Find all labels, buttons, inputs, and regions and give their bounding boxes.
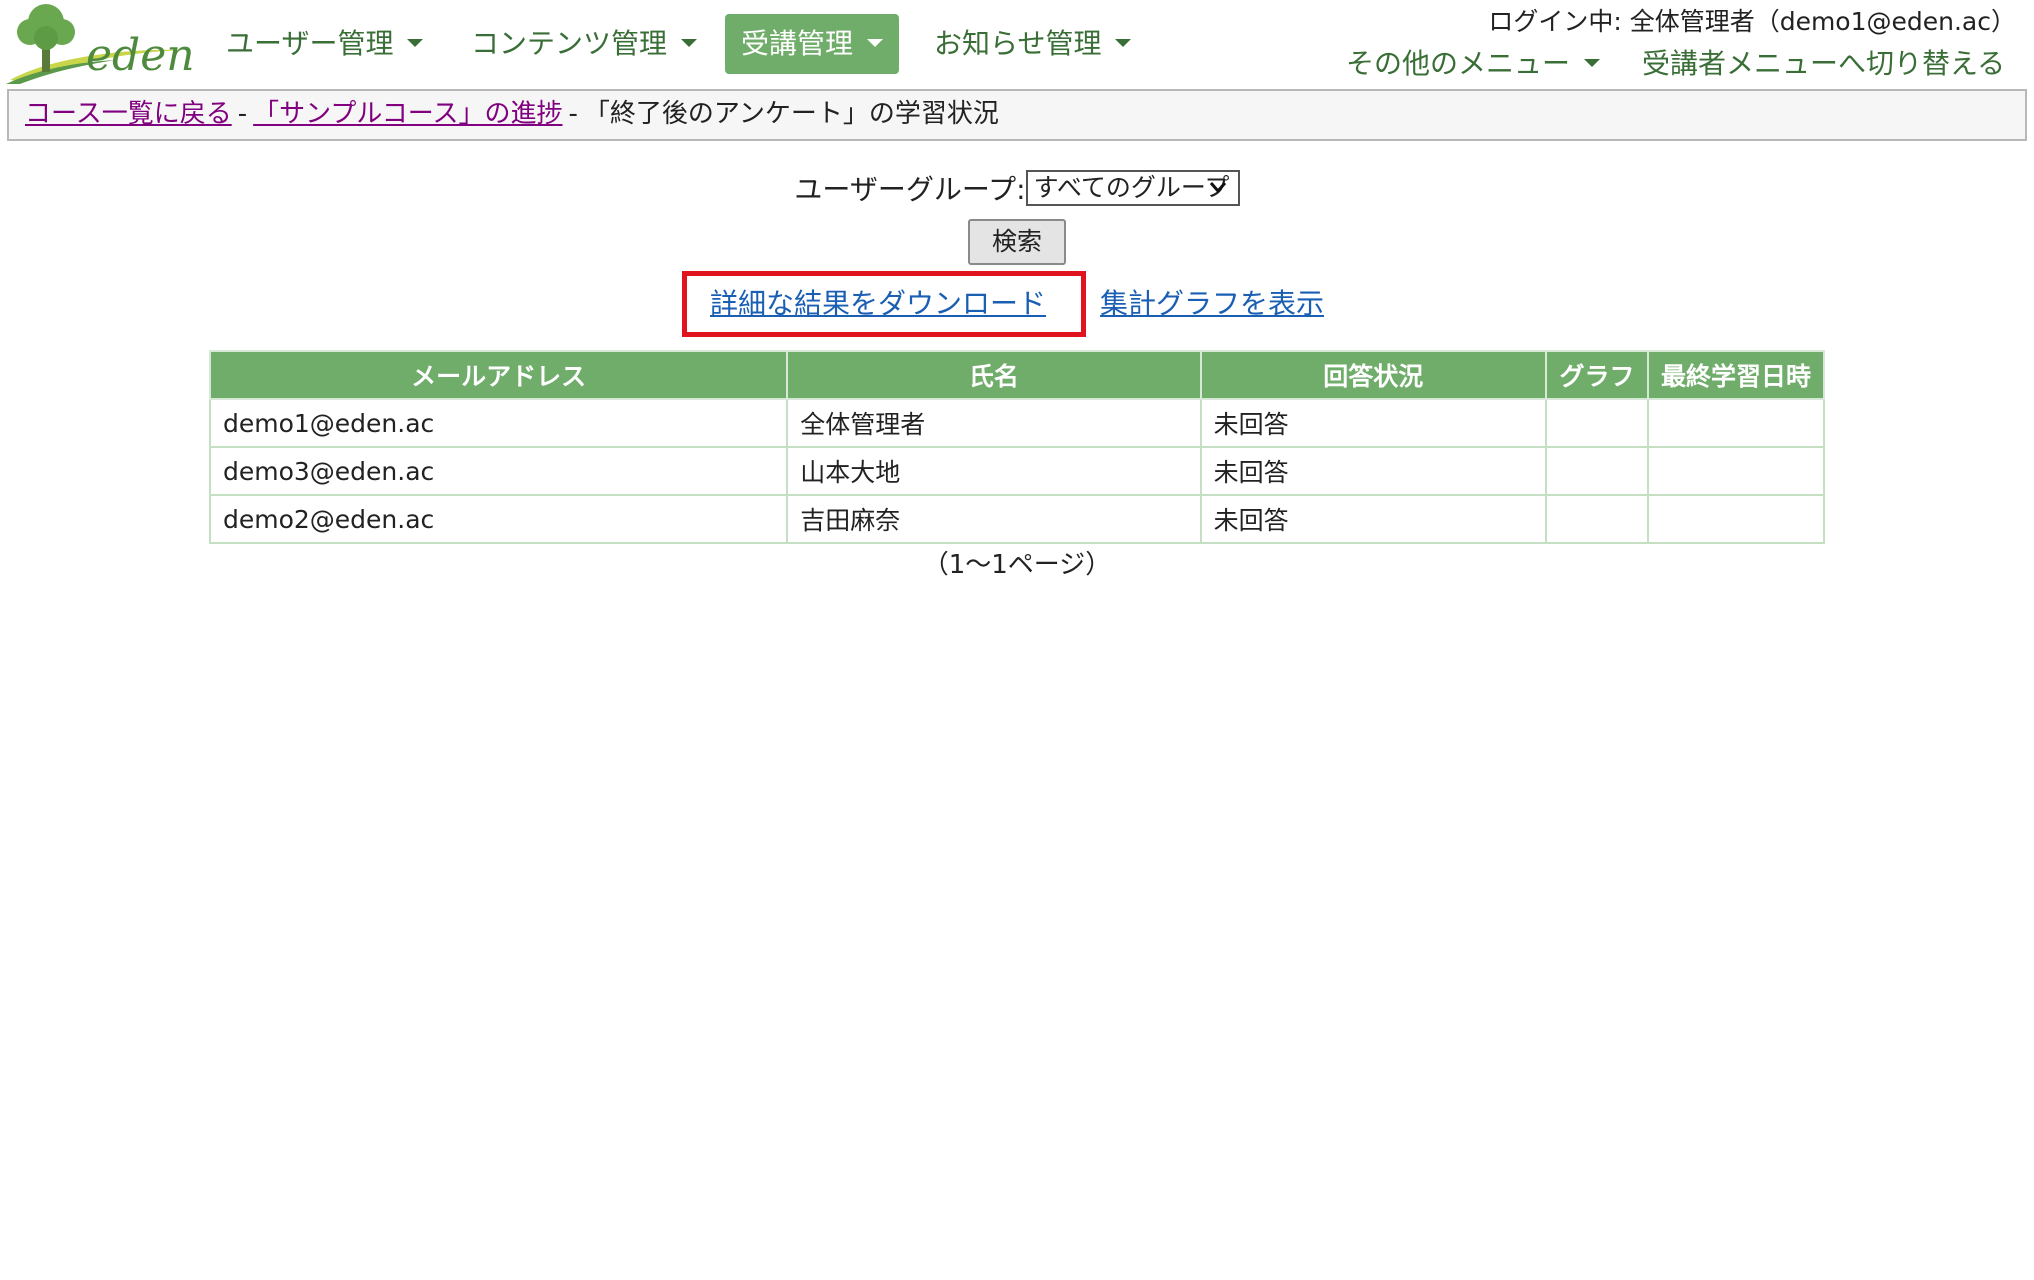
- eden-logo[interactable]: eden: [6, 0, 195, 86]
- caret-down-icon: [1584, 59, 1601, 67]
- table-row: demo2@eden.ac 吉田麻奈 未回答: [208, 494, 1825, 544]
- column-header-graph[interactable]: グラフ: [1545, 350, 1649, 400]
- column-header-name[interactable]: 氏名: [786, 350, 1202, 400]
- caret-down-icon: [1115, 39, 1132, 47]
- breadcrumb: コース一覧に戻る - 「サンプルコース」の進捗 - 「終了後のアンケート」の学習状況: [7, 89, 2027, 141]
- cell-email: demo3@eden.ac: [208, 446, 789, 496]
- caret-down-icon: [407, 39, 424, 47]
- column-header-email[interactable]: メールアドレス: [208, 350, 789, 400]
- chevron-down-icon: [1209, 182, 1226, 194]
- nav-label: お知らせ管理: [934, 27, 1102, 60]
- search-button[interactable]: 検索: [968, 219, 1066, 265]
- cell-graph: [1545, 398, 1649, 448]
- caret-down-icon: [867, 39, 884, 47]
- breadcrumb-separator: -: [568, 99, 578, 129]
- show-summary-graph-link[interactable]: 集計グラフを表示: [1100, 282, 1324, 322]
- breadcrumb-course-list-link[interactable]: コース一覧に戻る: [25, 99, 232, 129]
- page-range-indicator: （1～1ページ）: [922, 550, 1112, 580]
- other-menu-dropdown[interactable]: その他のメニュー: [1346, 42, 1601, 82]
- cell-last-study-datetime: [1647, 446, 1825, 496]
- nav-user-management[interactable]: ユーザー管理: [210, 14, 439, 74]
- column-header-last-study-datetime[interactable]: 最終学習日時: [1647, 350, 1825, 400]
- nav-content-management[interactable]: コンテンツ管理: [455, 14, 713, 74]
- switch-to-learner-menu-link[interactable]: 受講者メニューへ切り替える: [1642, 42, 2005, 82]
- cell-graph: [1545, 494, 1649, 544]
- caret-down-icon: [681, 39, 698, 47]
- cell-email: demo1@eden.ac: [208, 398, 789, 448]
- other-menu-label: その他のメニュー: [1346, 47, 1571, 80]
- column-header-answer-status[interactable]: 回答状況: [1199, 350, 1548, 400]
- cell-name: 山本大地: [786, 446, 1202, 496]
- nav-label: 受講管理: [741, 27, 854, 60]
- download-detailed-results-link[interactable]: 詳細な結果をダウンロード: [710, 282, 1046, 322]
- logo-text: eden: [86, 30, 195, 81]
- user-group-select[interactable]: すべてのグループ: [1025, 170, 1240, 206]
- cell-answer-status: 未回答: [1199, 398, 1548, 448]
- cell-email: demo2@eden.ac: [208, 494, 789, 544]
- table-row: demo1@eden.ac 全体管理者 未回答: [208, 398, 1825, 448]
- login-info: ログイン中: 全体管理者（demo1@eden.ac）: [1488, 7, 2016, 36]
- table-header-row: メールアドレス 氏名 回答状況 グラフ 最終学習日時: [208, 350, 1825, 400]
- cell-name: 全体管理者: [786, 398, 1202, 448]
- breadcrumb-course-progress-link[interactable]: 「サンプルコース」の進捗: [253, 99, 562, 129]
- cell-answer-status: 未回答: [1199, 446, 1548, 496]
- nav-label: コンテンツ管理: [471, 27, 668, 60]
- table-row: demo3@eden.ac 山本大地 未回答: [208, 446, 1825, 496]
- cell-last-study-datetime: [1647, 494, 1825, 544]
- nav-notice-management[interactable]: お知らせ管理: [918, 14, 1147, 74]
- breadcrumb-separator: -: [237, 99, 248, 129]
- cell-graph: [1545, 446, 1649, 496]
- user-group-label: ユーザーグループ:: [794, 173, 1026, 206]
- nav-course-management[interactable]: 受講管理: [725, 14, 900, 74]
- cell-last-study-datetime: [1647, 398, 1825, 448]
- learning-status-table: メールアドレス 氏名 回答状況 グラフ 最終学習日時 demo1@eden.ac…: [208, 350, 1825, 544]
- cell-name: 吉田麻奈: [786, 494, 1202, 544]
- cell-answer-status: 未回答: [1199, 494, 1548, 544]
- nav-label: ユーザー管理: [226, 27, 394, 60]
- breadcrumb-current: 「終了後のアンケート」の学習状況: [583, 99, 999, 129]
- user-group-select-value: すべてのグループ: [1033, 173, 1230, 202]
- user-group-filter: ユーザーグループ: すべてのグループ: [0, 168, 2034, 208]
